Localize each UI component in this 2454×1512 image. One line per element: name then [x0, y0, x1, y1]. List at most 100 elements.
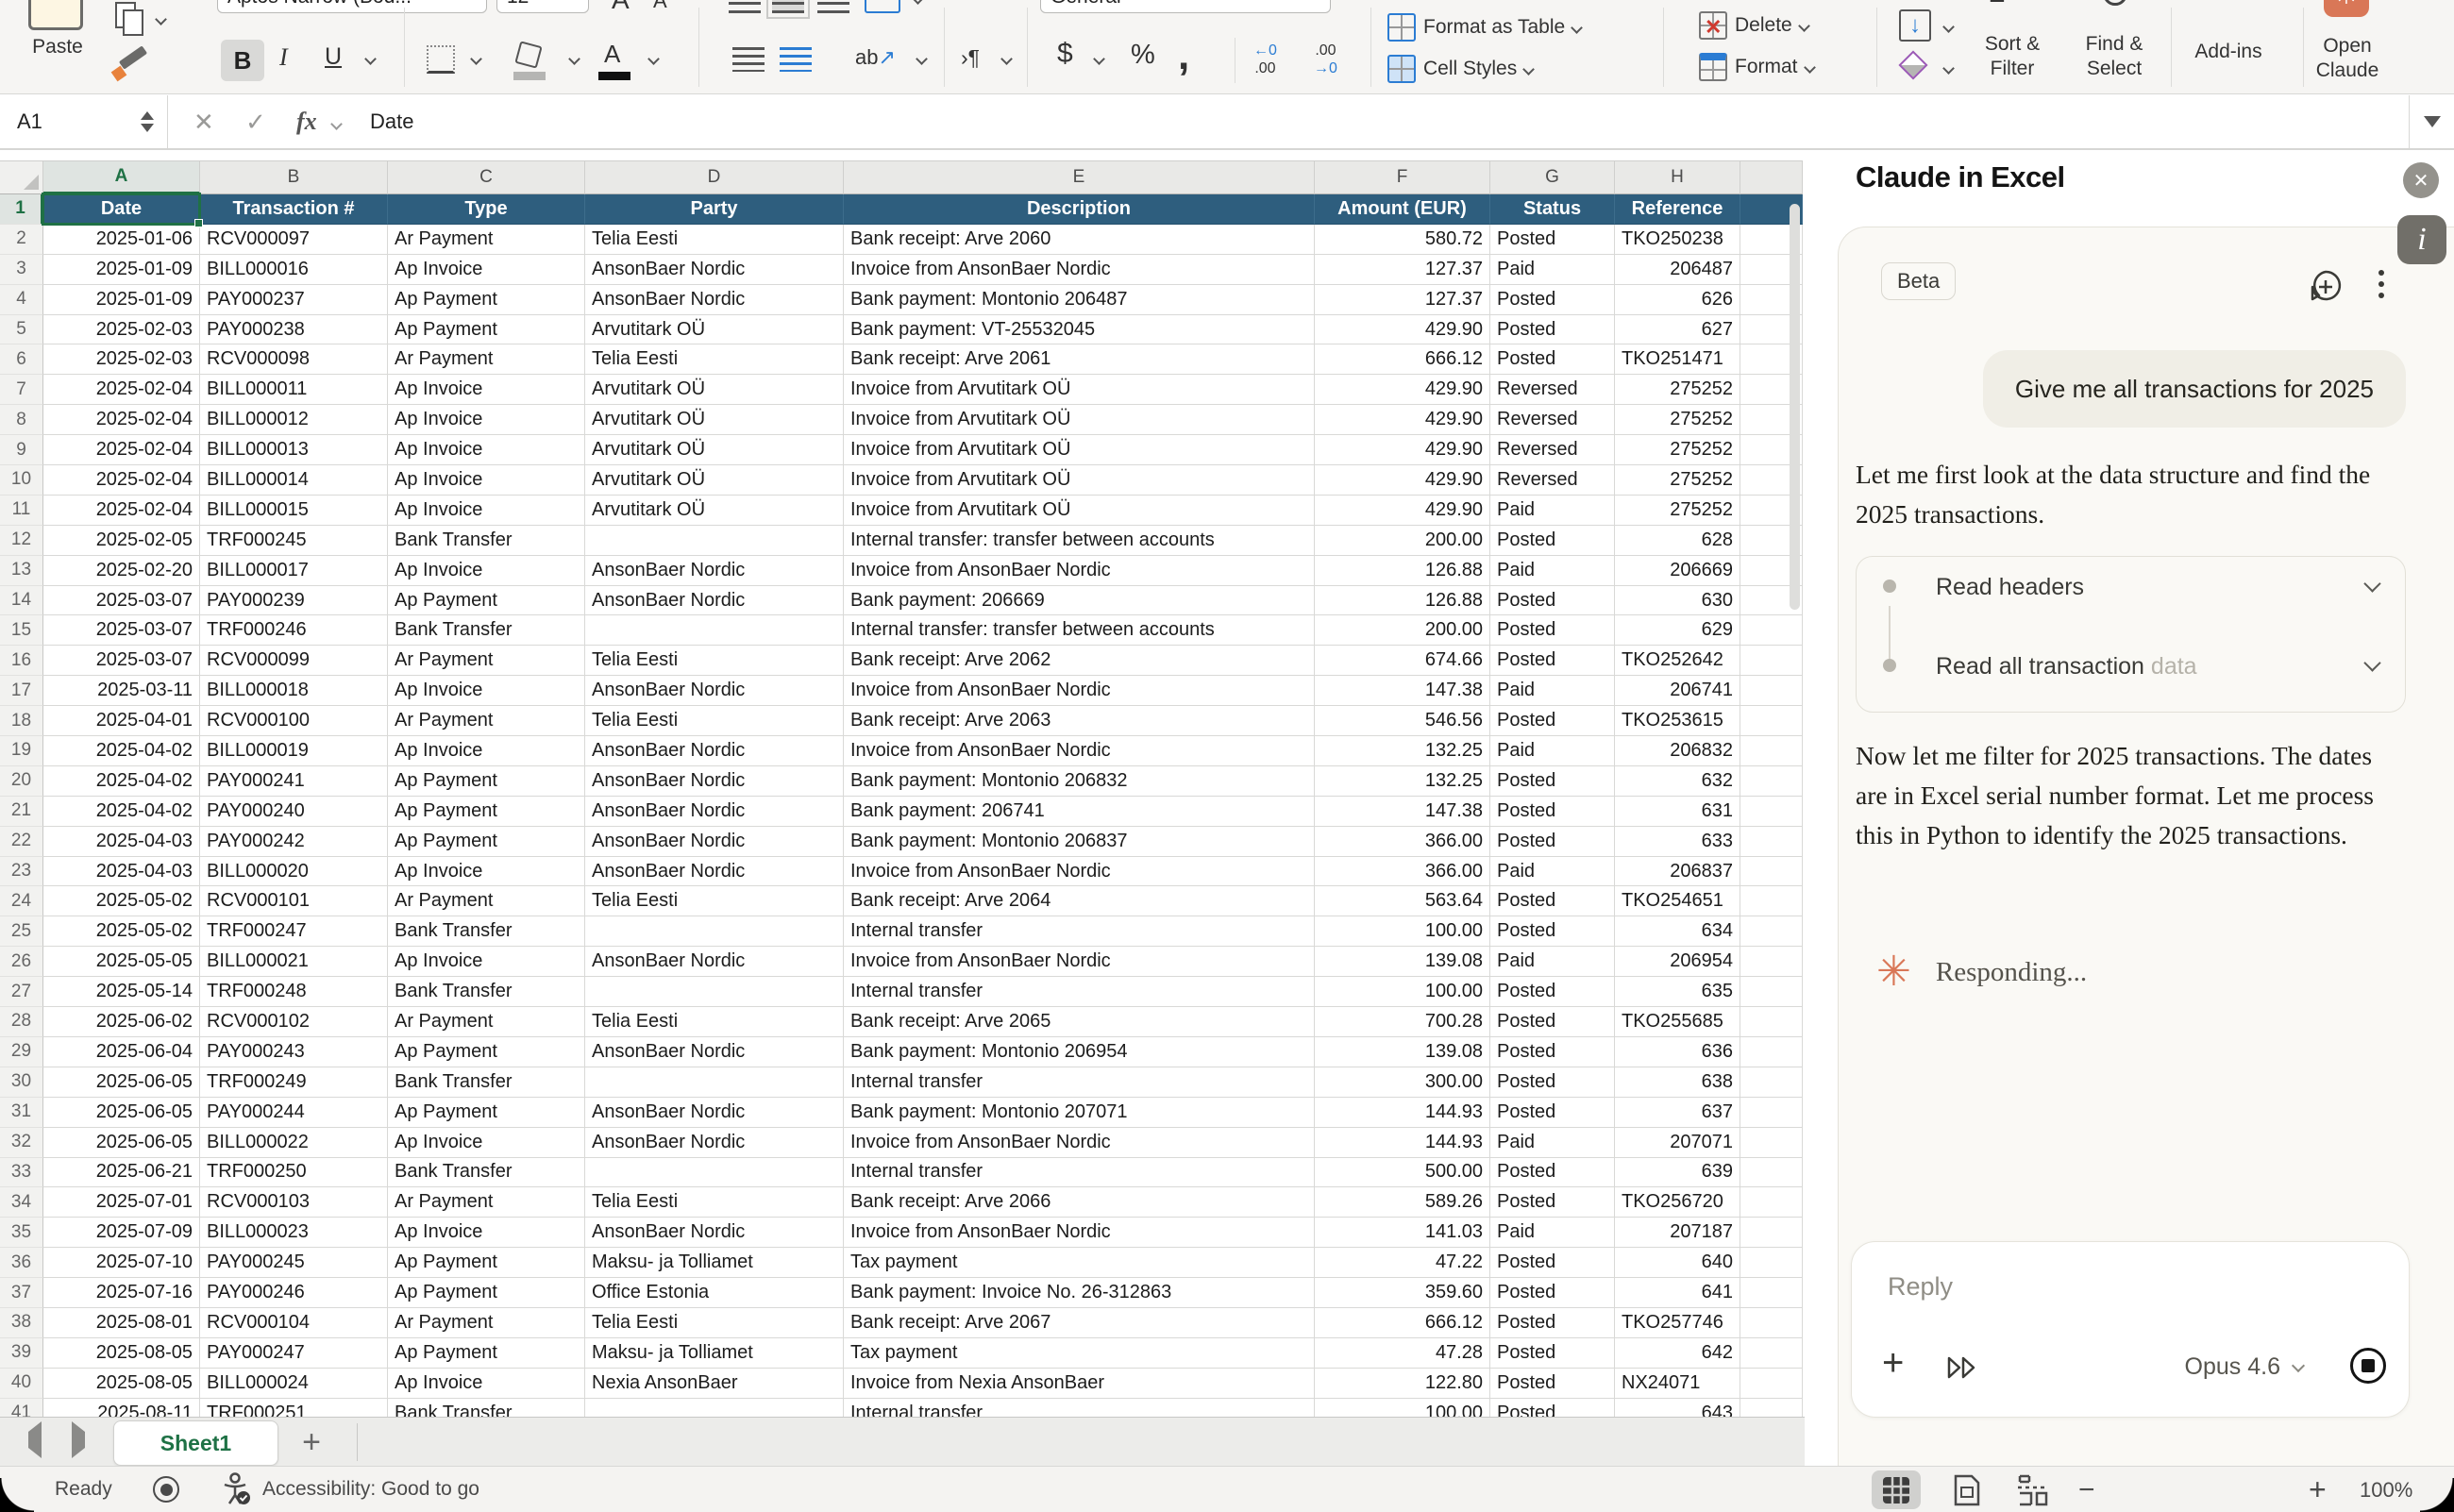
- formula-bar-expand[interactable]: [2409, 95, 2454, 148]
- page-layout-view-icon[interactable]: [1942, 1470, 1992, 1509]
- cell[interactable]: Paid: [1490, 1218, 1615, 1248]
- fill-color-chevron[interactable]: [568, 53, 580, 65]
- cell[interactable]: Bank Transfer: [388, 615, 585, 646]
- cell[interactable]: 628: [1615, 526, 1740, 556]
- merge-chevron[interactable]: [912, 0, 924, 5]
- cell[interactable]: Type: [388, 194, 585, 225]
- cell[interactable]: Nexia AnsonBaer: [585, 1369, 844, 1399]
- grow-font-button[interactable]: A: [612, 0, 630, 15]
- row-header-30[interactable]: 30: [0, 1067, 43, 1098]
- row-header-16[interactable]: 16: [0, 646, 43, 676]
- cell[interactable]: 206832: [1615, 736, 1740, 766]
- cell[interactable]: 2025-02-04: [43, 496, 200, 526]
- row-header-37[interactable]: 37: [0, 1278, 43, 1308]
- cell[interactable]: 429.90: [1315, 375, 1490, 405]
- cell[interactable]: Ap Invoice: [388, 857, 585, 887]
- number-format-select[interactable]: General: [1040, 0, 1331, 13]
- cell[interactable]: PAY000247: [200, 1338, 388, 1369]
- formula-input[interactable]: Date: [370, 95, 413, 148]
- font-size-select[interactable]: 12: [496, 0, 589, 13]
- skip-icon[interactable]: [1946, 1355, 1978, 1385]
- cell[interactable]: [585, 1399, 844, 1417]
- cell[interactable]: 275252: [1615, 435, 1740, 465]
- cell[interactable]: PAY000244: [200, 1098, 388, 1128]
- cell[interactable]: Ap Invoice: [388, 1128, 585, 1158]
- row-header-38[interactable]: 38: [0, 1308, 43, 1338]
- cell[interactable]: Maksu- ja Tolliamet: [585, 1248, 844, 1278]
- cell[interactable]: Ap Payment: [388, 1037, 585, 1067]
- zoom-level[interactable]: 100%: [2360, 1478, 2412, 1503]
- cell[interactable]: TKO256720: [1615, 1187, 1740, 1218]
- add-sheet-button[interactable]: +: [291, 1418, 332, 1467]
- cell[interactable]: 429.90: [1315, 435, 1490, 465]
- cell[interactable]: Tax payment: [844, 1338, 1315, 1369]
- row-header-28[interactable]: 28: [0, 1007, 43, 1037]
- cell[interactable]: Ap Payment: [388, 1098, 585, 1128]
- cell[interactable]: 2025-03-07: [43, 615, 200, 646]
- cell[interactable]: PAY000238: [200, 315, 388, 345]
- cell[interactable]: Posted: [1490, 1278, 1615, 1308]
- borders-chevron[interactable]: [470, 53, 482, 65]
- cell-empty[interactable]: [1740, 1399, 1803, 1417]
- cell[interactable]: 589.26: [1315, 1187, 1490, 1218]
- cell[interactable]: Bank receipt: Arve 2062: [844, 646, 1315, 676]
- cell[interactable]: 2025-08-11: [43, 1399, 200, 1417]
- cell[interactable]: Ap Invoice: [388, 676, 585, 706]
- reply-input-card[interactable]: Reply + Opus 4.6: [1851, 1241, 2410, 1418]
- cell[interactable]: 632: [1615, 766, 1740, 797]
- cell[interactable]: Ap Payment: [388, 586, 585, 616]
- align-left-icon[interactable]: [729, 0, 761, 13]
- cell[interactable]: Paid: [1490, 556, 1615, 586]
- cell[interactable]: 563.64: [1315, 886, 1490, 916]
- cell[interactable]: Bank Transfer: [388, 977, 585, 1007]
- select-all-corner[interactable]: [0, 160, 43, 194]
- cell[interactable]: Internal transfer: [844, 916, 1315, 947]
- cell[interactable]: 2025-04-01: [43, 706, 200, 736]
- cell[interactable]: 429.90: [1315, 496, 1490, 526]
- cell[interactable]: BILL000011: [200, 375, 388, 405]
- cell[interactable]: RCV000100: [200, 706, 388, 736]
- cell[interactable]: 2025-04-03: [43, 827, 200, 857]
- cell[interactable]: TKO252642: [1615, 646, 1740, 676]
- cell[interactable]: Posted: [1490, 1037, 1615, 1067]
- cell[interactable]: Ap Payment: [388, 1248, 585, 1278]
- font-color-chevron[interactable]: [647, 53, 660, 65]
- cell[interactable]: Internal transfer: [844, 1067, 1315, 1098]
- cell[interactable]: Invoice from Nexia AnsonBaer: [844, 1369, 1315, 1399]
- cell[interactable]: PAY000242: [200, 827, 388, 857]
- cell[interactable]: Bank payment: 206669: [844, 586, 1315, 616]
- cell[interactable]: 2025-04-02: [43, 766, 200, 797]
- cell[interactable]: 300.00: [1315, 1067, 1490, 1098]
- cell[interactable]: Posted: [1490, 1369, 1615, 1399]
- cell[interactable]: Ap Invoice: [388, 255, 585, 285]
- cell[interactable]: 144.93: [1315, 1128, 1490, 1158]
- cell[interactable]: 147.38: [1315, 676, 1490, 706]
- cell[interactable]: 2025-08-05: [43, 1369, 200, 1399]
- cell[interactable]: 2025-07-16: [43, 1278, 200, 1308]
- cell[interactable]: Posted: [1490, 225, 1615, 255]
- cell[interactable]: Bank payment: Montonio 206487: [844, 285, 1315, 315]
- row-header-15[interactable]: 15: [0, 615, 43, 646]
- cell[interactable]: BILL000015: [200, 496, 388, 526]
- attach-plus-icon[interactable]: +: [1882, 1342, 1904, 1385]
- cell[interactable]: 2025-01-09: [43, 255, 200, 285]
- cell[interactable]: Maksu- ja Tolliamet: [585, 1338, 844, 1369]
- cell[interactable]: 275252: [1615, 375, 1740, 405]
- cell-empty[interactable]: [1740, 736, 1803, 766]
- cell[interactable]: 2025-03-07: [43, 646, 200, 676]
- cell[interactable]: Paid: [1490, 676, 1615, 706]
- italic-button[interactable]: I: [279, 43, 288, 72]
- cell[interactable]: Ap Payment: [388, 797, 585, 827]
- cell[interactable]: Ap Invoice: [388, 1218, 585, 1248]
- cell[interactable]: Telia Eesti: [585, 646, 844, 676]
- cell[interactable]: Invoice from Arvutitark OÜ: [844, 465, 1315, 496]
- insert-function-icon[interactable]: fx: [296, 95, 317, 148]
- row-header-40[interactable]: 40: [0, 1369, 43, 1399]
- cell[interactable]: Bank receipt: Arve 2067: [844, 1308, 1315, 1338]
- reply-input[interactable]: Reply: [1888, 1272, 1953, 1302]
- cell[interactable]: 127.37: [1315, 255, 1490, 285]
- cell[interactable]: 2025-04-02: [43, 797, 200, 827]
- sort-filter-button[interactable]: Sort &Filter: [1973, 32, 2052, 81]
- cell[interactable]: Posted: [1490, 1067, 1615, 1098]
- cell[interactable]: Bank Transfer: [388, 526, 585, 556]
